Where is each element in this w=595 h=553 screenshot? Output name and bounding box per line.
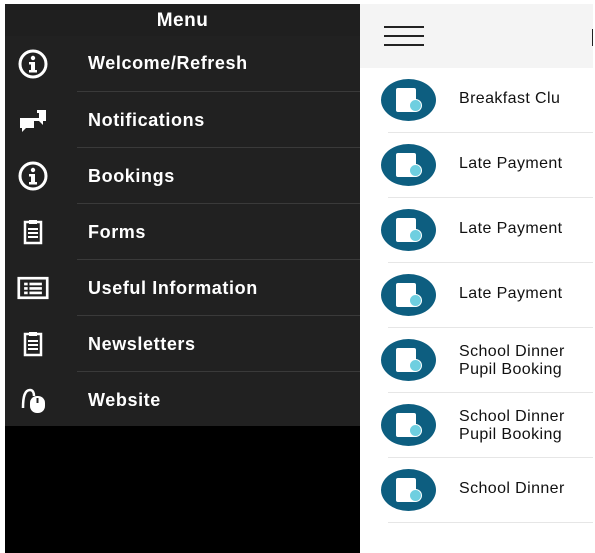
form-icon: [381, 404, 436, 446]
form-icon: [381, 144, 436, 186]
info-icon: [17, 48, 49, 80]
menu-item-newsletters[interactable]: Newsletters: [5, 316, 360, 372]
navigation-drawer: Menu Welcome/Refresh Notifications Booki…: [5, 4, 360, 553]
app-bar-title-fragment: [592, 29, 593, 46]
list-item-title: School Dinner Pupil Booking: [459, 343, 565, 378]
list-item-title: School Dinner: [459, 480, 565, 497]
clipboard-icon: [17, 216, 49, 248]
list-item[interactable]: School Dinner: [360, 458, 593, 523]
list-item-title: Breakfast Clu: [459, 90, 561, 107]
form-icon: [381, 79, 436, 121]
hamburger-menu-icon[interactable]: [384, 24, 426, 50]
menu-item-label: Newsletters: [88, 334, 196, 354]
list-item-title: Late Payment: [459, 285, 563, 302]
app-frame: Menu Welcome/Refresh Notifications Booki…: [5, 4, 593, 553]
list-card-icon: [17, 272, 49, 304]
list-item[interactable]: Late Payment: [360, 198, 593, 263]
form-icon: [381, 469, 436, 511]
menu-item-label: Forms: [88, 222, 147, 242]
info-icon: [17, 160, 49, 192]
main-content: Breakfast Clu Late Payment Late Payment …: [360, 4, 593, 553]
menu-item-label: Website: [88, 390, 161, 410]
list-item[interactable]: Late Payment: [360, 133, 593, 198]
list-item[interactable]: School Dinner Pupil Booking: [360, 328, 593, 393]
menu-item-forms[interactable]: Forms: [5, 204, 360, 260]
menu-item-website[interactable]: Website: [5, 372, 360, 428]
form-icon: [381, 339, 436, 381]
list-item-title: Late Payment: [459, 220, 563, 237]
menu-item-welcome-refresh[interactable]: Welcome/Refresh: [5, 36, 360, 92]
menu-item-label: Useful Information: [88, 278, 258, 298]
menu-item-label: Bookings: [88, 166, 175, 186]
menu-item-label: Welcome/Refresh: [88, 53, 248, 73]
form-icon: [381, 209, 436, 251]
form-list: Breakfast Clu Late Payment Late Payment …: [360, 68, 593, 523]
clipboard-icon: [17, 328, 49, 360]
list-item[interactable]: Breakfast Clu: [360, 68, 593, 133]
list-item-title: School Dinner Pupil Booking: [459, 408, 565, 443]
app-bar: [360, 4, 593, 68]
menu-item-notifications[interactable]: Notifications: [5, 92, 360, 148]
menu-item-useful-information[interactable]: Useful Information: [5, 260, 360, 316]
menu-item-label: Notifications: [88, 110, 205, 130]
list-item[interactable]: School Dinner Pupil Booking: [360, 393, 593, 458]
drawer-title: Menu: [156, 10, 209, 31]
menu-item-bookings[interactable]: Bookings: [5, 148, 360, 204]
mouse-icon: [17, 384, 49, 416]
drawer-header: Menu: [5, 4, 360, 36]
list-item-title: Late Payment: [459, 155, 563, 172]
list-item[interactable]: Late Payment: [360, 263, 593, 328]
chat-bubbles-icon: [17, 104, 49, 136]
form-icon: [381, 274, 436, 316]
menu-list: Welcome/Refresh Notifications Bookings F…: [5, 36, 360, 426]
